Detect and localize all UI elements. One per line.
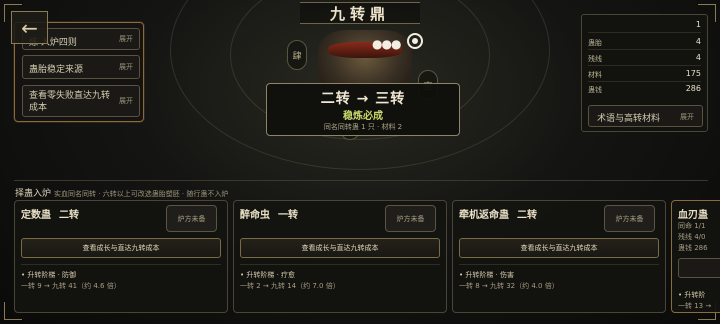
section-hint: 实血同名同转 · 六转以上可改选蛊胎塑胚 · 随行蛊不入炉 [54, 190, 229, 198]
upgrade-path-detail: 一转 8 → 九转 32（约 4.0 倍） [459, 282, 559, 290]
expand-label: 展开 [119, 35, 133, 43]
gu-name: 定数蛊 [21, 210, 51, 221]
upgrade-path-detail: 一转 13 → [678, 302, 712, 310]
upgrade-path: • 升转阶梯 · 疗愈 [240, 271, 296, 279]
info-item-label: 查看零失败直达九转 成本 [29, 91, 111, 113]
resource-key: 材料 [588, 71, 602, 79]
gu-stage: 一转 [278, 210, 298, 221]
back-button[interactable]: ← [11, 11, 48, 44]
gu-card-partial[interactable]: 血刃蛊 同命 1/1 残线 4/0 蛊钱 286 • 升转阶 一转 13 → [671, 200, 720, 313]
view-cost-button[interactable]: 查看成长与直达九转成本 [21, 238, 221, 258]
resource-key: 残线 [588, 55, 602, 63]
expand-label: 展开 [680, 113, 694, 121]
gu-card[interactable]: 定数蛊 二转 炉方未备 查看成长与直达九转成本 • 升转阶梯 · 防御 一转 9 … [14, 200, 228, 313]
gu-name-line: 定数蛊 二转 [21, 206, 79, 221]
resource-row: 残线 4 [588, 52, 701, 66]
resource-row: 蛊钱 286 [588, 83, 701, 97]
view-cost-button[interactable]: 查看成长与直达九转成本 [459, 238, 659, 258]
gu-stat: 蛊钱 286 [678, 244, 708, 252]
resource-value: 1 [695, 20, 701, 29]
resource-panel: 1 蛊胎 4 残线 4 材料 175 蛊钱 286 术语与高转材料 展开 [581, 14, 708, 132]
gu-name: 醉命虫 [240, 210, 270, 221]
upgrade-path: • 升转阶梯 · 伤害 [459, 271, 515, 279]
upgrade-path-detail: 一转 9 → 九转 41（约 4.6 倍） [21, 282, 121, 290]
gu-name-line: 牵机返命蛊 二转 [459, 206, 537, 221]
upgrade-path: • 升转阶梯 · 防御 [21, 271, 77, 279]
view-cost-button[interactable]: 查看成长与直达九转成本 [240, 238, 440, 258]
card-divider [240, 264, 440, 265]
gu-stat: 同命 1/1 [678, 222, 706, 230]
resource-value: 4 [695, 37, 701, 46]
gu-name: 牵机返命蛊 [459, 210, 509, 221]
terms-materials-label: 术语与高转材料 [597, 114, 661, 124]
recipe-button[interactable]: 炉方未备 [385, 205, 436, 232]
resource-row: 材料 175 [588, 68, 701, 82]
section-divider [14, 180, 708, 181]
upgrade-path-detail: 一转 2 → 九转 14（约 7.0 倍） [240, 282, 340, 290]
resource-value: 4 [695, 53, 701, 62]
stage-subtitle: 稳炼必成 [343, 111, 383, 122]
resource-key: 蛊钱 [588, 86, 602, 94]
target-icon[interactable] [407, 33, 423, 49]
terms-materials-button[interactable]: 术语与高转材料 展开 [588, 105, 703, 127]
info-item-embryo-source[interactable]: 蛊胎稳定来源 展开 [22, 55, 140, 79]
upgrade-path: • 升转阶 [678, 291, 706, 299]
recipe-button[interactable]: 炉方未备 [166, 205, 217, 232]
recipe-button[interactable]: 炉方未备 [604, 205, 655, 232]
resource-row: 1 [588, 19, 701, 33]
stage-requirement: 同名同转蛊 1 只 · 材料 2 [323, 123, 403, 131]
stub-button[interactable] [678, 258, 720, 278]
gu-stat: 残线 4/0 [678, 233, 706, 241]
stage-transition: 二转 → 三转 [320, 91, 406, 107]
gu-name-line: 醉命虫 一转 [240, 206, 298, 221]
card-divider [459, 264, 659, 265]
card-divider [21, 264, 221, 265]
gu-name: 血刃蛊 [678, 210, 708, 221]
resource-row: 蛊胎 4 [588, 36, 701, 50]
expand-label: 展开 [119, 97, 133, 105]
resource-key: 蛊胎 [588, 39, 602, 47]
back-arrow-icon: ← [21, 15, 38, 40]
stage-transition-card[interactable]: 二转 → 三转 稳炼必成 同名同转蛊 1 只 · 材料 2 [266, 83, 460, 136]
info-item-zero-failure-cost[interactable]: 查看零失败直达九转 成本 展开 [22, 85, 140, 117]
gu-card[interactable]: 醉命虫 一转 炉方未备 查看成长与直达九转成本 • 升转阶梯 · 疗愈 一转 2 … [233, 200, 447, 313]
gu-stage: 二转 [59, 210, 79, 221]
resource-value: 286 [685, 84, 701, 93]
more-dots-icon[interactable]: ●●● [372, 37, 401, 51]
expand-label: 展开 [119, 63, 133, 71]
resource-value: 175 [685, 69, 701, 78]
section-title: 择蛊入炉 [15, 189, 52, 199]
info-item-label: 蛊胎稳定来源 [29, 65, 84, 75]
gu-stage: 二转 [517, 210, 537, 221]
gu-card[interactable]: 牵机返命蛊 二转 炉方未备 查看成长与直达九转成本 • 升转阶梯 · 伤害 一转 … [452, 200, 666, 313]
section-header: 择蛊入炉 实血同名同转 · 六转以上可改选蛊胎塑胚 · 随行蛊不入炉 [15, 186, 228, 199]
